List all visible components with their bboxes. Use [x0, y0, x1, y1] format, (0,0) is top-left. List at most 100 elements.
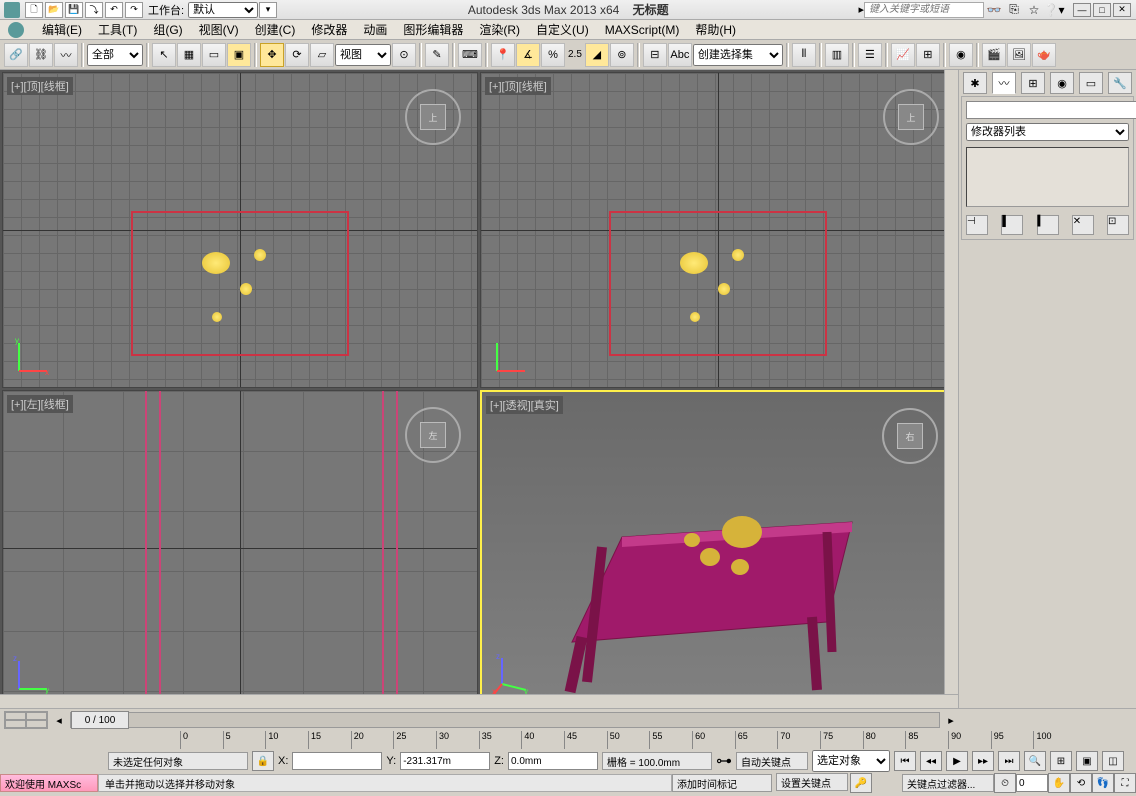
lock-selection-icon[interactable]: 🔒 [252, 751, 274, 771]
ref-coord-system[interactable]: 视图 [335, 44, 391, 66]
viewport-label[interactable]: [+][顶][线框] [485, 77, 551, 95]
keyboard-shortcut-icon[interactable]: ⌨ [458, 43, 482, 67]
workspace-select[interactable]: 默认 [188, 2, 258, 18]
link-icon[interactable]: 🔗 [4, 43, 28, 67]
save-icon[interactable]: 💾 [65, 2, 83, 18]
workspace-menu-icon[interactable]: ▾ [259, 2, 277, 18]
current-frame-input[interactable] [1016, 774, 1048, 792]
menu-view[interactable]: 视图(V) [193, 19, 245, 40]
menu-grapheditor[interactable]: 图形编辑器 [397, 19, 469, 40]
object-name-input[interactable] [966, 101, 1136, 119]
x-input[interactable] [292, 752, 382, 770]
clip-icon[interactable]: ⎘ [1006, 2, 1022, 18]
undo-icon[interactable]: ↶ [105, 2, 123, 18]
snap-toggle-icon[interactable]: 📍 [491, 43, 515, 67]
nav-maximize-icon[interactable]: ⛶ [1114, 773, 1136, 793]
open-icon[interactable]: 📂 [45, 2, 63, 18]
schematic-icon[interactable]: ⊞ [916, 43, 940, 67]
time-ruler[interactable]: 0510152025303540455055606570758085909510… [180, 731, 1076, 749]
menu-create[interactable]: 创建(C) [249, 19, 302, 40]
tab-motion[interactable]: ◉ [1050, 72, 1074, 94]
timeconfig-icon[interactable]: ⏲ [994, 773, 1016, 793]
viewport-top-left[interactable]: [+][顶][线框] 上 yx [2, 72, 478, 388]
named-sel-prev-icon[interactable]: ⊟ [643, 43, 667, 67]
viewport-label[interactable]: [+][透视][真实] [486, 396, 563, 414]
menu-customize[interactable]: 自定义(U) [530, 19, 595, 40]
y-input[interactable] [400, 752, 490, 770]
goto-start-icon[interactable]: ⏮ [894, 751, 916, 771]
maximize-button[interactable]: □ [1093, 3, 1111, 17]
material-editor-icon[interactable]: ◉ [949, 43, 973, 67]
menu-maxscript[interactable]: MAXScript(M) [599, 21, 686, 39]
align-icon[interactable]: ▥ [825, 43, 849, 67]
tab-utilities[interactable]: 🔧 [1108, 72, 1132, 94]
manipulate-icon[interactable]: ✎ [425, 43, 449, 67]
minimize-button[interactable]: — [1073, 3, 1091, 17]
unique-icon[interactable]: ▍ [1037, 215, 1059, 235]
scale-icon[interactable]: ▱ [310, 43, 334, 67]
render-frame-icon[interactable]: 🖼 [1007, 43, 1031, 67]
autokey-button[interactable]: 自动关键点 [736, 752, 808, 770]
named-sel-abc-icon[interactable]: Abc [668, 43, 692, 67]
bind-icon[interactable]: 〰 [54, 43, 78, 67]
nav-pan-icon[interactable]: ✋ [1048, 773, 1070, 793]
selection-filter[interactable]: 全部 [87, 44, 143, 66]
timeline-prev-icon[interactable]: ◂ [52, 714, 66, 727]
viewcube[interactable]: 左 [405, 407, 461, 463]
key-target-select[interactable]: 选定对象 [812, 750, 890, 772]
viewport-scrollbar-v[interactable] [944, 70, 958, 708]
render-setup-icon[interactable]: 🎬 [982, 43, 1006, 67]
mirror-icon[interactable]: ⦀ [792, 43, 816, 67]
star-icon[interactable]: ☆ [1026, 2, 1042, 18]
nav-orbit-icon[interactable]: ⟲ [1070, 773, 1092, 793]
angle-snap-icon[interactable]: ∡ [516, 43, 540, 67]
nav-fov-icon[interactable]: ▣ [1076, 751, 1098, 771]
setkey-big-icon[interactable]: 🔑 [850, 773, 872, 793]
setkey-button[interactable]: 设置关键点 [776, 773, 848, 791]
viewport-label[interactable]: [+][顶][线框] [7, 77, 73, 95]
z-input[interactable] [508, 752, 598, 770]
viewport-label[interactable]: [+][左][线框] [7, 395, 73, 413]
add-time-tag[interactable]: 添加时间标记 [672, 774, 772, 792]
unlink-icon[interactable]: ⛓ [29, 43, 53, 67]
rect-select-icon[interactable]: ▭ [202, 43, 226, 67]
key-filters-button[interactable]: 关键点过滤器... [902, 774, 994, 792]
window-crossing-icon[interactable]: ▣ [227, 43, 251, 67]
timeline-next-icon[interactable]: ▸ [944, 714, 958, 727]
snap-options-icon[interactable]: ⊚ [610, 43, 634, 67]
new-icon[interactable]: 🗋 [25, 2, 43, 18]
modifier-list[interactable]: 修改器列表 [966, 123, 1129, 141]
nav-region-icon[interactable]: ◫ [1102, 751, 1124, 771]
viewcube[interactable]: 上 [883, 89, 939, 145]
configure-icon[interactable]: ⊡ [1107, 215, 1129, 235]
goto-end-icon[interactable]: ⏭ [998, 751, 1020, 771]
save-as-icon[interactable]: ⤵ [85, 2, 103, 18]
binoculars-icon[interactable]: 👓 [986, 2, 1002, 18]
close-button[interactable]: ✕ [1113, 3, 1131, 17]
viewport-left[interactable]: [+][左][线框] 左 zy [2, 390, 478, 706]
show-result-icon[interactable]: ▌ [1001, 215, 1023, 235]
nav-walk-icon[interactable]: 👣 [1092, 773, 1114, 793]
app-logo-icon[interactable] [8, 22, 24, 38]
move-icon[interactable]: ✥ [260, 43, 284, 67]
percent-snap-icon[interactable]: % [541, 43, 565, 67]
render-icon[interactable]: 🫖 [1032, 43, 1056, 67]
curve-editor-icon[interactable]: 📈 [891, 43, 915, 67]
named-selection-set[interactable]: 创建选择集 [693, 44, 783, 66]
modifier-stack[interactable] [966, 147, 1129, 207]
menu-render[interactable]: 渲染(R) [473, 19, 526, 40]
menu-group[interactable]: 组(G) [147, 19, 188, 40]
tab-modify[interactable]: 〰 [992, 72, 1016, 94]
viewcube[interactable]: 上 [405, 89, 461, 145]
pin-stack-icon[interactable]: ⊣ [966, 215, 988, 235]
search-input[interactable] [864, 2, 984, 18]
select-icon[interactable]: ↖ [152, 43, 176, 67]
prev-frame-icon[interactable]: ◂◂ [920, 751, 942, 771]
layers-icon[interactable]: ☰ [858, 43, 882, 67]
rotate-icon[interactable]: ⟳ [285, 43, 309, 67]
help-icon[interactable]: ❔▾ [1046, 2, 1062, 18]
time-slider-handle[interactable]: 0 / 100 [71, 711, 129, 729]
viewport-perspective[interactable]: [+][透视][真实] 右 zyx [480, 390, 956, 706]
menu-modifiers[interactable]: 修改器 [305, 19, 353, 40]
next-frame-icon[interactable]: ▸▸ [972, 751, 994, 771]
